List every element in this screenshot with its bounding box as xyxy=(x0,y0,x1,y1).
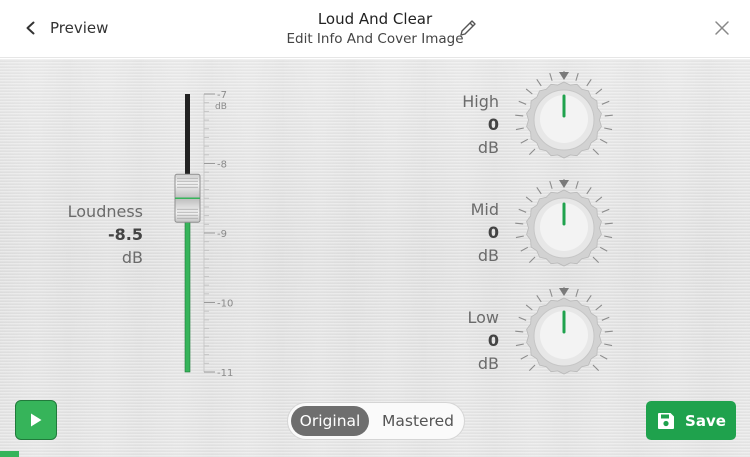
loudness-unit: dB xyxy=(121,248,143,267)
knob-tick xyxy=(528,256,536,264)
track-title: Loud And Clear xyxy=(317,10,433,28)
floppy-disk-icon xyxy=(658,412,675,429)
knob-tick xyxy=(549,72,553,81)
knob-tick xyxy=(515,343,524,347)
loudness-label: Loudness xyxy=(67,202,143,221)
eq-high-knob[interactable] xyxy=(512,68,616,172)
eq-mid-knob[interactable] xyxy=(512,176,616,280)
loudness-value: -8.5 xyxy=(108,225,143,244)
eq-low-label: Low xyxy=(467,308,499,327)
knob-tick xyxy=(549,180,553,189)
knob-tick xyxy=(592,148,600,156)
knob-tick xyxy=(518,100,527,105)
knob-tick xyxy=(575,288,579,297)
toggle-original[interactable]: Original xyxy=(291,406,369,436)
knob-tick xyxy=(518,208,527,213)
eq-high-value: 0 xyxy=(487,115,499,134)
knob-tick xyxy=(536,78,542,87)
eq-mid-unit: dB xyxy=(477,246,499,265)
knob-tick xyxy=(604,114,613,117)
knob-tick xyxy=(575,72,579,81)
knob-tick xyxy=(536,186,542,195)
eq-low-unit: dB xyxy=(477,354,499,373)
knob-tick xyxy=(595,196,603,203)
edit-info-link[interactable]: Edit Info And Cover Image xyxy=(0,29,750,49)
slider-scale-label: -11 xyxy=(217,368,233,379)
knob-tick xyxy=(520,246,529,252)
knob-tick xyxy=(515,235,524,239)
knob-marker xyxy=(559,72,569,80)
original-mastered-toggle: Original Mastered xyxy=(287,402,465,440)
knob-marker xyxy=(559,288,569,296)
eq-mid-value: 0 xyxy=(487,223,499,242)
knob-tick xyxy=(586,186,592,195)
slider-thumb[interactable] xyxy=(174,173,201,223)
slider-scale-label: -10 xyxy=(217,299,233,310)
knob-tick xyxy=(604,222,613,225)
slider-scale-label: -9 xyxy=(217,229,227,240)
knob-tick xyxy=(604,343,613,347)
eq-high-unit: dB xyxy=(477,138,499,157)
pencil-icon[interactable] xyxy=(458,18,478,38)
knob-tick xyxy=(520,354,529,360)
knob-tick xyxy=(599,138,608,144)
knob-tick xyxy=(528,364,536,372)
knob-tick xyxy=(586,78,592,87)
knob-tick xyxy=(601,208,610,213)
loudness-slider[interactable]: -7 -8 -9 -10 -11 dB xyxy=(160,88,270,383)
knob-tick xyxy=(575,180,579,189)
save-button[interactable]: Save xyxy=(646,401,736,440)
eq-mid-label: Mid xyxy=(470,200,499,219)
save-label: Save xyxy=(685,411,726,430)
slider-scale-label: -7 xyxy=(217,90,227,101)
knob-tick xyxy=(599,354,608,360)
knob-tick xyxy=(549,288,553,297)
knob-tick xyxy=(525,196,533,203)
knob-tick xyxy=(515,222,524,225)
knob-tick xyxy=(518,316,527,321)
knob-tick xyxy=(520,138,529,144)
knob-tick xyxy=(528,148,536,156)
knob-tick xyxy=(525,304,533,311)
knob-tick xyxy=(595,304,603,311)
knob-tick xyxy=(515,114,524,117)
knob-tick xyxy=(586,294,592,303)
close-icon[interactable] xyxy=(714,20,730,36)
knob-marker xyxy=(559,180,569,188)
knob-tick xyxy=(592,256,600,264)
slider-scale-unit: dB xyxy=(215,102,227,112)
knob-tick xyxy=(592,364,600,372)
eq-low-value: 0 xyxy=(487,331,499,350)
play-button[interactable] xyxy=(15,400,57,440)
eq-high-label: High xyxy=(462,92,499,111)
knob-tick xyxy=(599,246,608,252)
knob-tick xyxy=(595,88,603,95)
knob-tick xyxy=(515,127,524,131)
playback-progress-fill xyxy=(0,451,19,457)
slider-track-lower xyxy=(184,197,191,373)
title-block: Loud And Clear Edit Info And Cover Image xyxy=(0,9,750,49)
knob-tick xyxy=(604,330,613,333)
knob-tick xyxy=(601,316,610,321)
knob-tick xyxy=(525,88,533,95)
knob-tick xyxy=(515,330,524,333)
header: Preview Loud And Clear Edit Info And Cov… xyxy=(0,0,750,58)
knob-tick xyxy=(604,127,613,131)
playback-progress[interactable] xyxy=(0,451,750,457)
play-icon xyxy=(31,413,42,427)
toggle-mastered[interactable]: Mastered xyxy=(374,406,462,436)
slider-scale-label: -8 xyxy=(217,160,227,171)
eq-low-knob[interactable] xyxy=(512,284,616,388)
knob-tick xyxy=(604,235,613,239)
knob-tick xyxy=(601,100,610,105)
knob-tick xyxy=(536,294,542,303)
slider-scale: -7 -8 -9 -10 -11 dB xyxy=(203,90,233,379)
